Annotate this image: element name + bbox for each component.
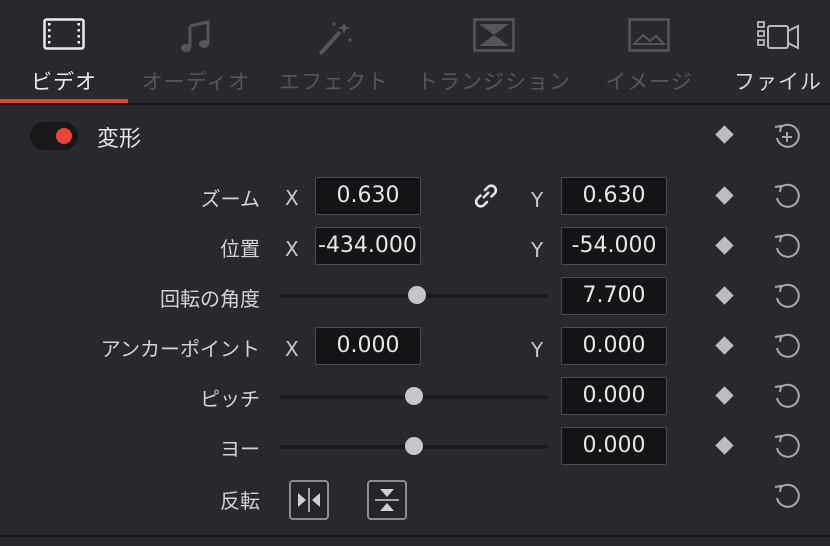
reset-icon[interactable] (772, 381, 802, 411)
tab-label: イメージ (605, 70, 693, 94)
tab-effects[interactable]: エフェクト (276, 0, 392, 104)
magic-wand-icon (314, 18, 354, 62)
zoom-y-axis-label: Y (531, 188, 544, 212)
tab-label: トランジション (417, 70, 571, 94)
position-label: 位置 (220, 237, 260, 261)
rotation-slider-knob[interactable] (407, 286, 426, 304)
rotation-field[interactable]: 7.700 (561, 277, 667, 315)
reset-icon[interactable] (772, 281, 802, 311)
tab-transitions[interactable]: トランジション (416, 0, 572, 104)
zoom-x-axis-label: X (285, 186, 299, 210)
yaw-label: ヨー (220, 437, 260, 461)
zoom-x-field[interactable]: 0.630 (315, 177, 421, 215)
reset-all-icon[interactable] (772, 121, 802, 151)
anchor-point-label: アンカーポイント (100, 337, 260, 361)
pitch-field[interactable]: 0.000 (561, 377, 667, 415)
image-icon (628, 18, 670, 56)
pitch-label: ピッチ (200, 387, 260, 411)
tab-label: ビデオ (31, 70, 97, 94)
anchor-y-axis-label: Y (531, 338, 544, 362)
section-title: 変形 (97, 127, 142, 152)
keyframe-diamond-icon[interactable] (715, 186, 734, 205)
rotation-slider[interactable] (280, 286, 548, 304)
tab-label: ファイル (734, 70, 822, 94)
tab-image[interactable]: イメージ (596, 0, 702, 104)
file-camera-icon (754, 18, 802, 58)
inspector-tabs: ビデオ オーディオ エフェクト トランジション イメージ ファイル (0, 0, 830, 104)
reset-icon[interactable] (772, 431, 802, 461)
keyframe-diamond-icon[interactable] (715, 286, 734, 305)
music-note-icon (178, 18, 214, 58)
position-y-axis-label: Y (531, 238, 544, 262)
pitch-slider-knob[interactable] (405, 387, 423, 405)
reset-icon[interactable] (772, 331, 802, 361)
rotation-label: 回転の角度 (160, 287, 260, 311)
flip-vertical-icon (369, 489, 405, 522)
position-x-axis-label: X (285, 237, 299, 261)
tab-label: エフェクト (279, 70, 389, 94)
reset-icon[interactable] (772, 181, 802, 211)
keyframe-diamond-icon[interactable] (715, 386, 734, 405)
position-x-field[interactable]: -434.000 (315, 227, 421, 265)
pitch-slider[interactable] (280, 387, 548, 405)
keyframe-diamond-icon[interactable] (715, 236, 734, 255)
transform-enable-toggle[interactable] (30, 122, 78, 150)
keyframe-diamond-icon[interactable] (715, 336, 734, 355)
film-icon (43, 18, 85, 54)
yaw-slider-knob[interactable] (405, 437, 423, 455)
yaw-slider[interactable] (280, 437, 548, 455)
yaw-field[interactable]: 0.000 (561, 427, 667, 465)
flip-horizontal-icon (291, 488, 327, 522)
flip-label: 反転 (220, 489, 260, 513)
reset-icon[interactable] (772, 231, 802, 261)
flip-horizontal-button[interactable] (289, 480, 329, 520)
tab-file[interactable]: ファイル (726, 0, 830, 104)
zoom-label: ズーム (200, 187, 260, 211)
tab-label: オーディオ (141, 70, 251, 94)
divider (0, 103, 830, 105)
keyframe-diamond-icon[interactable] (715, 125, 734, 144)
anchor-x-axis-label: X (285, 337, 299, 361)
divider (0, 535, 830, 537)
reset-icon[interactable] (772, 481, 802, 511)
anchor-x-field[interactable]: 0.000 (315, 327, 421, 365)
position-y-field[interactable]: -54.000 (561, 227, 667, 265)
toggle-indicator (56, 128, 72, 144)
transition-icon (473, 18, 515, 56)
link-icon[interactable] (472, 183, 500, 213)
tab-video[interactable]: ビデオ (0, 0, 128, 104)
anchor-y-field[interactable]: 0.000 (561, 327, 667, 365)
zoom-y-field[interactable]: 0.630 (561, 177, 667, 215)
keyframe-diamond-icon[interactable] (715, 436, 734, 455)
flip-vertical-button[interactable] (367, 480, 407, 520)
tab-audio[interactable]: オーディオ (134, 0, 258, 104)
